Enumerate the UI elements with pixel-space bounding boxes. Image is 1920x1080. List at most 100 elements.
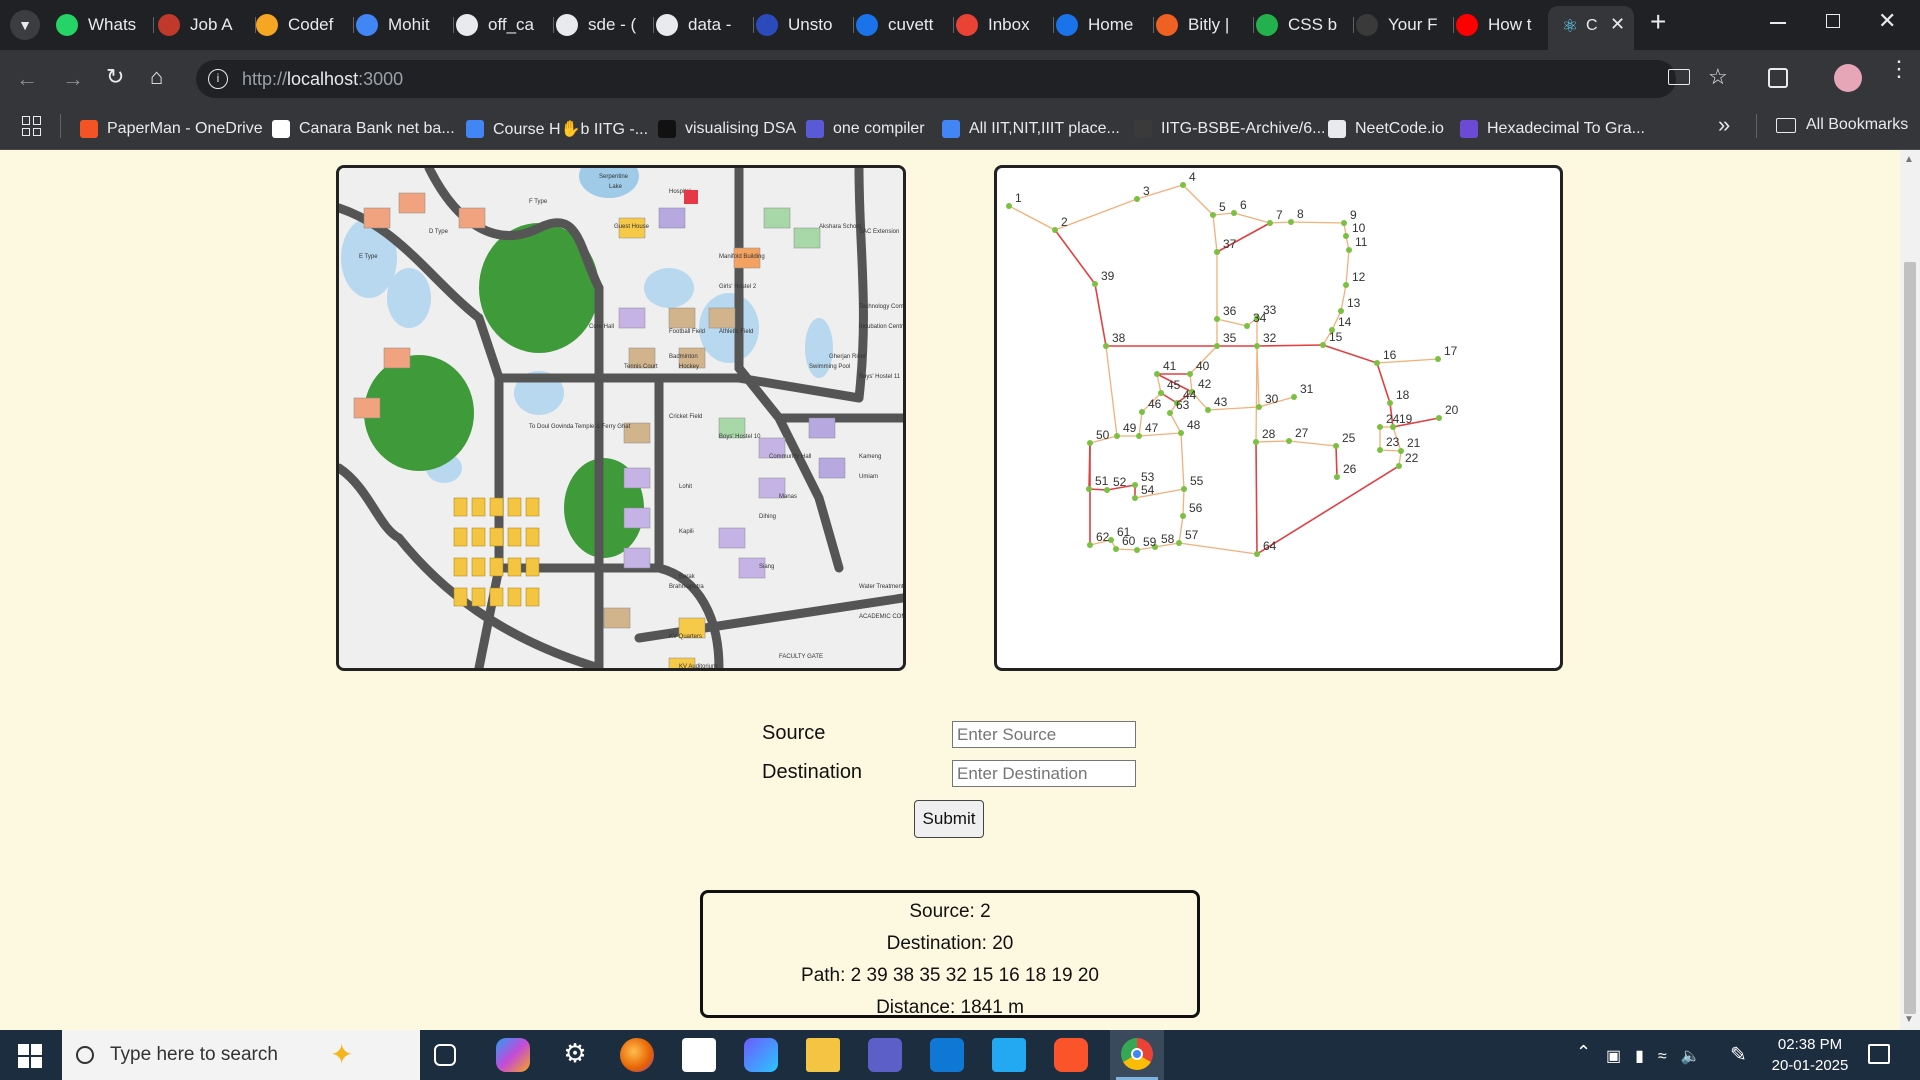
graph-node-label: 54 <box>1141 483 1155 497</box>
tab-15[interactable]: How t <box>1456 9 1554 41</box>
map-building-18 <box>623 507 651 529</box>
tab-11[interactable]: Home <box>1056 9 1154 41</box>
install-app-icon[interactable] <box>1668 69 1690 85</box>
clock[interactable]: 02:38 PM 20-01-2025 <box>1770 1034 1850 1076</box>
new-tab-button[interactable]: + <box>1650 6 1666 38</box>
tab-3[interactable]: Codef <box>256 9 354 41</box>
address-bar[interactable]: i http://localhost:3000 ☆ <box>196 60 1728 98</box>
teams-icon[interactable] <box>868 1038 902 1072</box>
forward-icon[interactable]: → <box>62 66 84 92</box>
taskbar-search[interactable]: Type here to search ✦ <box>62 1030 420 1080</box>
map-label: Manas <box>779 494 797 500</box>
graph-node-label: 2 <box>1061 215 1068 229</box>
all-bookmarks-button[interactable]: All Bookmarks <box>1776 116 1908 134</box>
system-tray-icons[interactable]: ▣▮≈🔈 <box>1606 1046 1715 1066</box>
site-info-icon[interactable]: i <box>208 69 228 89</box>
menu-icon[interactable]: ⋮ <box>1888 58 1910 80</box>
tab-separator <box>853 17 854 33</box>
reload-icon[interactable]: ↻ <box>106 64 124 90</box>
graph-node <box>1253 439 1259 445</box>
graph-node-label: 52 <box>1113 475 1127 489</box>
tab-label: Inbox <box>988 15 1030 34</box>
bookmark-9[interactable]: Hexadecimal To Gra... <box>1460 116 1645 142</box>
tab-9[interactable]: cuvett <box>856 9 954 41</box>
bookmark-3[interactable]: Course H✋b IITG -... <box>466 116 648 142</box>
bookmark-favicon-icon <box>466 120 484 138</box>
bookmark-4[interactable]: visualising DSA <box>658 116 796 142</box>
outlook-icon[interactable] <box>930 1038 964 1072</box>
pen-icon[interactable]: ✎ <box>1730 1042 1747 1067</box>
scroll-up-arrow[interactable]: ▲ <box>1904 154 1914 165</box>
tab-5[interactable]: off_ca <box>456 9 554 41</box>
tab-6[interactable]: sde - ( <box>556 9 654 41</box>
apps-icon[interactable] <box>22 116 42 136</box>
vscode-icon[interactable] <box>992 1038 1026 1072</box>
map-building-7 <box>658 207 686 229</box>
graph-node-label: 3 <box>1143 184 1150 198</box>
source-input[interactable] <box>952 721 1136 748</box>
graph-node-label: 7 <box>1276 208 1283 222</box>
scroll-down-arrow[interactable]: ▼ <box>1904 1014 1914 1025</box>
tab-4[interactable]: Mohit <box>356 9 454 41</box>
tab-2[interactable]: Job A <box>158 9 256 41</box>
avatar[interactable] <box>1834 64 1862 92</box>
graph-node <box>1180 513 1186 519</box>
graph-node-label: 4 <box>1189 170 1196 184</box>
notification-icon[interactable] <box>1868 1044 1890 1064</box>
hidden-icons-chevron[interactable]: ⌃ <box>1576 1042 1591 1063</box>
source-label: Source <box>762 722 826 744</box>
graph-node-label: 35 <box>1223 331 1237 345</box>
file-explorer-icon[interactable] <box>806 1038 840 1072</box>
extensions-icon[interactable] <box>1768 68 1788 88</box>
bookmark-2[interactable]: Canara Bank net ba... <box>272 116 455 142</box>
back-icon[interactable]: ← <box>16 66 38 92</box>
graph-node <box>1435 356 1441 362</box>
destination-label: Destination <box>762 761 863 783</box>
copilot-icon[interactable] <box>496 1038 530 1072</box>
graph-node-label: 50 <box>1096 428 1110 442</box>
tab-search-button[interactable]: ▼ <box>10 10 40 40</box>
bookmark-favicon-icon <box>1134 120 1152 138</box>
bookmark-1[interactable]: PaperMan - OneDrive <box>80 116 263 142</box>
tab-12[interactable]: Bitly | <box>1156 9 1254 41</box>
tab-8[interactable]: Unsto <box>756 9 854 41</box>
search-highlight-icon: ✦ <box>330 1039 354 1070</box>
graph-node-label: 28 <box>1262 427 1276 441</box>
bookmark-5[interactable]: one compiler <box>806 116 925 142</box>
close-window-button[interactable]: ✕ <box>1878 8 1896 34</box>
tab-1[interactable]: Whats <box>56 9 154 41</box>
firefox-icon[interactable] <box>620 1038 654 1072</box>
tab-favicon-icon <box>356 14 378 36</box>
bookmark-7[interactable]: IITG-BSBE-Archive/6... <box>1134 116 1325 142</box>
restore-button[interactable] <box>1826 14 1840 28</box>
bookmark-star-icon[interactable]: ☆ <box>1708 64 1728 90</box>
bookmark-8[interactable]: NeetCode.io <box>1328 116 1444 142</box>
map-label: Athletic Field <box>719 329 753 335</box>
clock-time: 02:38 PM <box>1777 1036 1843 1053</box>
tab-14[interactable]: Your F <box>1356 9 1454 41</box>
scrollbar-thumb[interactable] <box>1904 262 1916 1014</box>
tab-active[interactable]: ⚛ C ✕ <box>1548 6 1634 50</box>
chrome-taskbar-item[interactable] <box>1110 1030 1164 1080</box>
media-player-icon[interactable] <box>744 1038 778 1072</box>
more-bookmarks-icon[interactable]: » <box>1718 112 1730 138</box>
submit-button[interactable]: Submit <box>914 800 984 838</box>
store-icon[interactable] <box>682 1038 716 1072</box>
close-tab-icon[interactable]: ✕ <box>1610 14 1625 35</box>
brave-icon[interactable] <box>1054 1038 1088 1072</box>
map-label: E Type <box>359 254 378 260</box>
settings-icon[interactable]: ⚙ <box>558 1038 592 1072</box>
home-icon[interactable]: ⌂ <box>150 64 163 90</box>
tab-7[interactable]: data - <box>656 9 754 41</box>
start-button[interactable] <box>18 1044 42 1068</box>
url-scheme: http:// <box>242 69 288 89</box>
tab-13[interactable]: CSS b <box>1256 9 1354 41</box>
task-view-icon[interactable] <box>434 1044 456 1066</box>
minimize-button[interactable] <box>1770 10 1788 30</box>
destination-input[interactable] <box>952 760 1136 787</box>
map-academic-block <box>507 557 522 577</box>
tab-10[interactable]: Inbox <box>956 9 1054 41</box>
bookmark-label: PaperMan - OneDrive <box>107 120 263 137</box>
graph-edge <box>1256 465 1400 555</box>
bookmark-6[interactable]: All IIT,NIT,IIIT place... <box>942 116 1120 142</box>
